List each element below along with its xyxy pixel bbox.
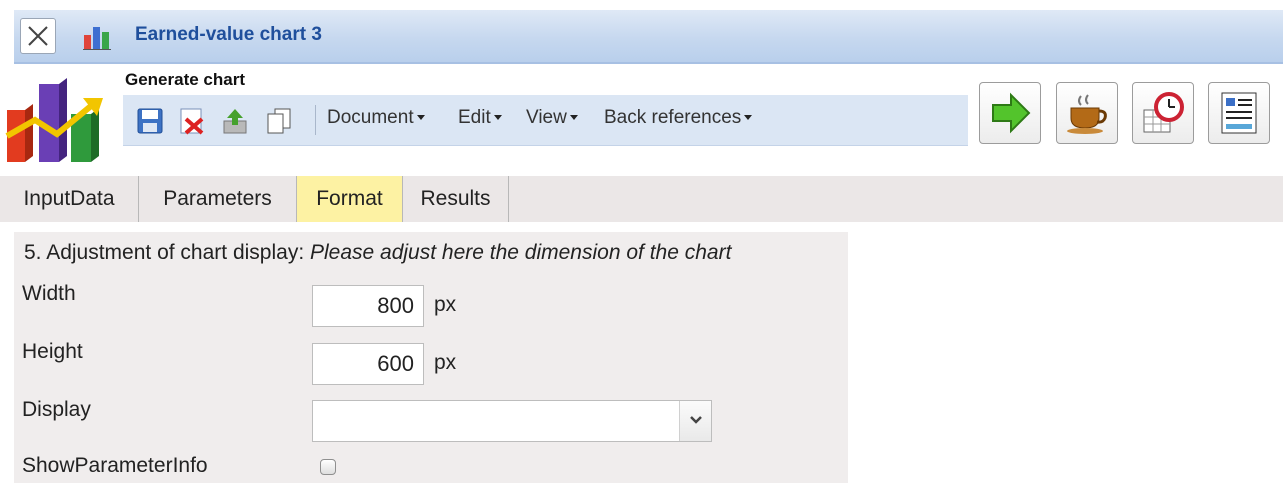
section-title: Generate chart xyxy=(125,70,245,89)
display-label: Display xyxy=(22,398,91,421)
window-title-bar: Earned-value chart 3 xyxy=(14,10,1283,64)
tab-results[interactable]: Results xyxy=(403,176,509,222)
close-button[interactable] xyxy=(20,18,56,54)
tab-format[interactable]: Format xyxy=(297,176,403,222)
heading-prefix: 5. Adjustment of chart display: xyxy=(24,241,310,264)
bar-chart-icon xyxy=(83,27,111,50)
show-parameter-info-checkbox[interactable] xyxy=(320,459,336,475)
show-parameter-info-label: ShowParameterInfo xyxy=(22,454,208,477)
height-input[interactable] xyxy=(312,343,424,385)
caret-down-icon xyxy=(744,115,753,121)
toolbar: Document Edit View Back references xyxy=(123,95,968,146)
height-unit: px xyxy=(434,351,457,374)
caret-down-icon xyxy=(569,115,578,121)
display-select[interactable] xyxy=(312,400,712,442)
menu-back-references[interactable]: Back references xyxy=(604,107,753,129)
heading-hint: Please adjust here the dimension of the … xyxy=(309,241,732,264)
panel-heading: 5. Adjustment of chart display: Please a… xyxy=(24,241,731,265)
chart-logo-icon xyxy=(5,78,103,162)
schedule-button[interactable] xyxy=(1132,82,1194,144)
menu-view[interactable]: View xyxy=(526,107,578,129)
tab-parameters[interactable]: Parameters xyxy=(139,176,297,222)
menu-edit[interactable]: Edit xyxy=(458,107,502,129)
chevron-down-icon xyxy=(690,416,702,424)
caret-down-icon xyxy=(493,115,502,121)
delete-icon[interactable] xyxy=(178,107,206,135)
width-unit: px xyxy=(434,293,457,316)
close-icon xyxy=(28,26,48,46)
menu-document[interactable]: Document xyxy=(327,107,425,129)
save-icon[interactable] xyxy=(136,107,164,135)
tab-bar: InputData Parameters Format Results xyxy=(0,176,1283,222)
width-label: Width xyxy=(22,282,76,305)
format-panel: 5. Adjustment of chart display: Please a… xyxy=(14,232,848,483)
coffee-cup-icon xyxy=(1067,94,1107,134)
width-input[interactable] xyxy=(312,285,424,327)
height-label: Height xyxy=(22,340,83,363)
report-button[interactable] xyxy=(1208,82,1270,144)
tab-inputdata[interactable]: InputData xyxy=(0,176,139,222)
window-title: Earned-value chart 3 xyxy=(135,24,322,45)
select-dropdown-button[interactable] xyxy=(679,401,711,441)
caret-down-icon xyxy=(416,115,425,121)
coffee-button[interactable] xyxy=(1056,82,1118,144)
schedule-clock-icon xyxy=(1143,92,1184,133)
run-arrow-icon xyxy=(992,92,1031,134)
upload-icon[interactable] xyxy=(221,107,249,135)
run-button[interactable] xyxy=(979,82,1041,144)
toolbar-separator xyxy=(315,105,316,135)
report-list-icon xyxy=(1221,92,1257,134)
copy-icon[interactable] xyxy=(265,107,293,135)
